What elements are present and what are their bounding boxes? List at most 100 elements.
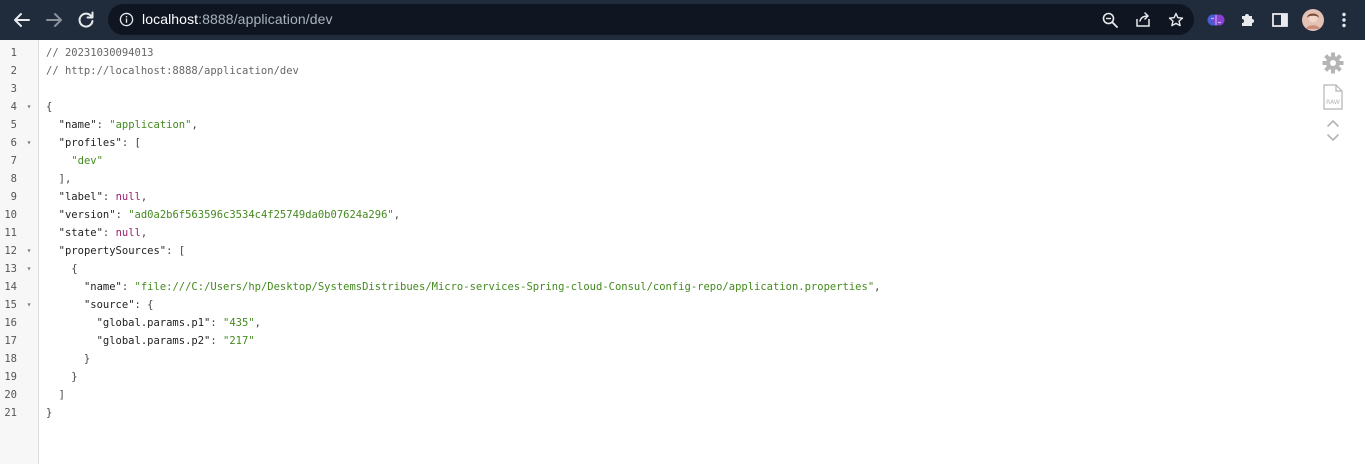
line-number: 4 xyxy=(10,101,17,113)
json-null: null xyxy=(115,227,141,239)
code-text: "profiles": [ xyxy=(46,134,141,152)
zoom-icon[interactable] xyxy=(1102,12,1118,28)
json-punctuation xyxy=(46,335,97,347)
kebab-menu-icon xyxy=(1342,12,1346,28)
code-line: 18 } xyxy=(0,350,1300,368)
json-punctuation: : xyxy=(115,209,129,221)
json-comment: // http://localhost:8888/application/dev xyxy=(46,65,299,77)
fold-toggle-icon[interactable]: ▾ xyxy=(24,260,34,278)
json-viewer: 1 // 20231030094013 2 // http://localhost:8… xyxy=(0,40,1365,464)
expand-collapse-button[interactable] xyxy=(1322,118,1344,144)
json-punctuation: { xyxy=(46,101,53,113)
json-punctuation xyxy=(46,191,59,203)
code-line: 16 "global.params.p1": "435", xyxy=(0,314,1300,332)
forward-button[interactable] xyxy=(40,6,68,34)
json-punctuation: : { xyxy=(134,299,154,311)
code-line: 19 } xyxy=(0,368,1300,386)
code-line: 1 // 20231030094013 xyxy=(0,44,1300,62)
json-key: "version" xyxy=(58,209,116,221)
avatar xyxy=(1302,9,1324,31)
code-text: } xyxy=(46,350,90,368)
line-number: 1 xyxy=(10,47,17,59)
json-punctuation: : [ xyxy=(121,137,141,149)
profile-button[interactable] xyxy=(1302,9,1324,31)
json-punctuation xyxy=(46,119,59,131)
code-text: "name": "application", xyxy=(46,116,198,134)
star-icon[interactable] xyxy=(1168,12,1184,28)
reload-button[interactable] xyxy=(72,6,100,34)
brain-extension-icon xyxy=(1207,14,1225,26)
json-punctuation: : [ xyxy=(166,245,186,257)
line-number: 17 xyxy=(4,335,17,347)
json-key: "propertySources" xyxy=(58,245,167,257)
json-punctuation xyxy=(46,281,84,293)
code-line: 7 "dev" xyxy=(0,152,1300,170)
code-line: 21} xyxy=(0,404,1300,422)
code-line: 4 ▾ { xyxy=(0,98,1300,116)
line-number: 13 xyxy=(4,263,17,275)
code-line: 15 ▾ "source": { xyxy=(0,296,1300,314)
code-text: "version": "ad0a2b6f563596c3534c4f25749d… xyxy=(46,206,400,224)
json-punctuation xyxy=(46,317,97,329)
url-text[interactable]: localhost:8888/application/dev xyxy=(142,11,333,27)
line-number: 6 xyxy=(10,137,17,149)
json-punctuation: ] xyxy=(46,389,65,401)
back-button[interactable] xyxy=(8,6,36,34)
address-bar[interactable]: localhost:8888/application/dev xyxy=(108,4,1194,35)
json-punctuation: } xyxy=(46,353,91,365)
json-string: "file:///C:/Users/hp/Desktop/SystemsDist… xyxy=(134,281,875,293)
share-icon[interactable] xyxy=(1135,12,1151,28)
json-punctuation: ], xyxy=(46,173,72,185)
code-line: 10 "version": "ad0a2b6f563596c3534c4f257… xyxy=(0,206,1300,224)
code-text: "state": null, xyxy=(46,224,148,242)
json-string: "217" xyxy=(223,335,255,347)
fold-toggle-icon[interactable]: ▾ xyxy=(24,134,34,152)
json-punctuation xyxy=(46,137,59,149)
url-host: localhost xyxy=(142,11,199,27)
code-text: ], xyxy=(46,170,72,188)
extensions-button[interactable] xyxy=(1238,10,1258,30)
code-line: 11 "state": null, xyxy=(0,224,1300,242)
json-key: "name" xyxy=(83,281,122,293)
line-number: 11 xyxy=(4,227,17,239)
raw-button[interactable]: RAW xyxy=(1322,84,1344,110)
json-punctuation: { xyxy=(46,263,78,275)
settings-button[interactable] xyxy=(1322,52,1344,74)
code-text: } xyxy=(46,368,77,386)
fold-toggle-icon[interactable]: ▾ xyxy=(24,98,34,116)
line-number: 5 xyxy=(10,119,17,131)
json-punctuation: , xyxy=(254,317,261,329)
json-key: "global.params.p2" xyxy=(96,335,211,347)
code-text: "propertySources": [ xyxy=(46,242,185,260)
code-text: "global.params.p2": "217" xyxy=(46,332,255,350)
json-punctuation xyxy=(46,227,59,239)
line-number: 18 xyxy=(4,353,17,365)
gear-icon xyxy=(1322,52,1344,74)
expand-collapse-icon xyxy=(1327,120,1339,141)
json-punctuation: : xyxy=(102,227,116,239)
line-number: 21 xyxy=(4,407,17,419)
json-string: "dev" xyxy=(71,155,103,167)
code-line: 20 ] xyxy=(0,386,1300,404)
fold-toggle-icon[interactable]: ▾ xyxy=(24,296,34,314)
code-line: 12 ▾ "propertySources": [ xyxy=(0,242,1300,260)
json-punctuation xyxy=(46,299,84,311)
side-panel-button[interactable] xyxy=(1270,10,1290,30)
code-line: 8 ], xyxy=(0,170,1300,188)
line-number: 14 xyxy=(4,281,17,293)
fold-toggle-icon[interactable]: ▾ xyxy=(24,242,34,260)
browser-menu-button[interactable] xyxy=(1334,10,1354,30)
raw-label: RAW xyxy=(1326,99,1340,106)
brain-extension-button[interactable] xyxy=(1206,10,1226,30)
json-string: "435" xyxy=(223,317,255,329)
json-string: "application" xyxy=(109,119,192,131)
line-number: 16 xyxy=(4,317,17,329)
code-text: // http://localhost:8888/application/dev xyxy=(46,62,299,80)
code-text: "dev" xyxy=(46,152,103,170)
code-text: "global.params.p1": "435", xyxy=(46,314,261,332)
json-punctuation: } xyxy=(46,407,53,419)
browser-toolbar: localhost:8888/application/dev xyxy=(0,0,1365,40)
info-icon[interactable] xyxy=(119,12,134,27)
code-text: "source": { xyxy=(46,296,154,314)
code-text: ] xyxy=(46,386,65,404)
